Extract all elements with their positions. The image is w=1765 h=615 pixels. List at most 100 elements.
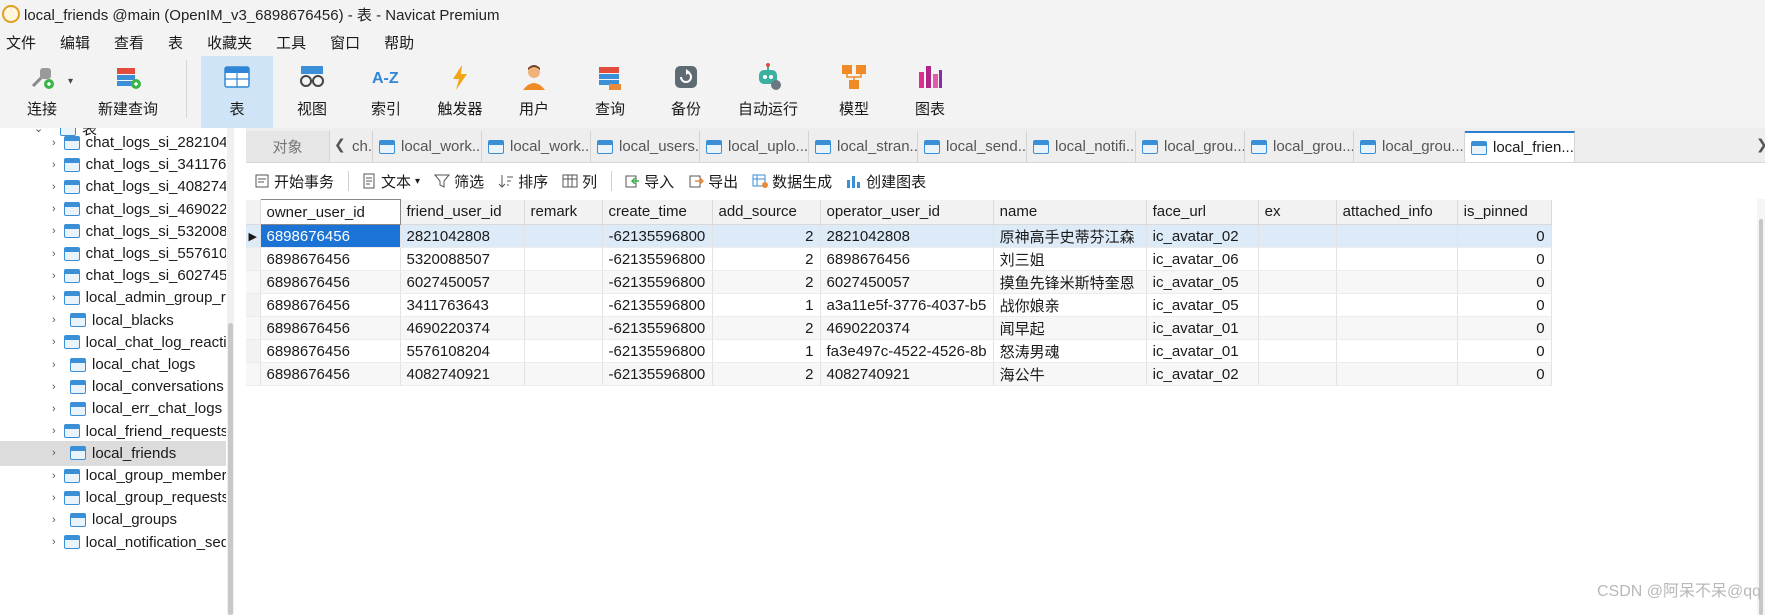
grid-cell-owner-user-id[interactable]: 6898676456: [260, 362, 401, 386]
grid-cell-attached-info[interactable]: [1336, 224, 1458, 248]
table-row[interactable]: 6898676456 3411763643 -62135596800 1 a3a11e5…: [246, 293, 1552, 317]
filter-button[interactable]: 筛选: [433, 171, 484, 192]
tree-scrollbar[interactable]: [227, 128, 234, 615]
chevron-right-icon[interactable]: ›: [52, 447, 62, 459]
new-query-button[interactable]: 新建查询: [84, 56, 172, 128]
grid-cell-remark[interactable]: [524, 339, 603, 363]
chevron-right-icon[interactable]: ›: [52, 381, 62, 393]
menu-view[interactable]: 查看: [108, 32, 150, 53]
chevron-right-icon[interactable]: ›: [52, 336, 56, 348]
trigger-button[interactable]: 触发器: [430, 56, 490, 128]
grid-cell-name[interactable]: 海公牛: [993, 362, 1147, 386]
table-button[interactable]: 表: [201, 56, 273, 128]
grid-cell-face-url[interactable]: ic_avatar_06: [1146, 247, 1259, 271]
grid-cell-ex[interactable]: [1258, 316, 1337, 340]
table-row[interactable]: 6898676456 6027450057 -62135596800 2 6027450…: [246, 270, 1552, 294]
table-row[interactable]: 6898676456 4082740921 -62135596800 2 4082740…: [246, 362, 1552, 386]
grid-cell-remark[interactable]: [524, 224, 603, 248]
table-row[interactable]: ▶ 6898676456 2821042808 -62135596800 2 282104…: [246, 224, 1552, 248]
grid-cell-remark[interactable]: [524, 270, 603, 294]
grid-cell-ex[interactable]: [1258, 362, 1337, 386]
grid-cell-attached-info[interactable]: [1336, 362, 1458, 386]
chevron-right-icon[interactable]: ›: [52, 292, 56, 304]
grid-cell-face-url[interactable]: ic_avatar_05: [1146, 270, 1259, 294]
grid-cell-add-source[interactable]: 2: [712, 362, 821, 386]
current-row-marker-icon[interactable]: ▶: [246, 224, 261, 248]
grid-cell-attached-info[interactable]: [1336, 270, 1458, 294]
index-button[interactable]: A-Z 索引: [360, 56, 412, 128]
menu-help[interactable]: 帮助: [378, 32, 420, 53]
grid-cell-add-source[interactable]: 2: [712, 316, 821, 340]
grid-cell-add-source[interactable]: 1: [712, 293, 821, 317]
sort-button[interactable]: 排序: [498, 171, 548, 192]
grid-cell-face-url[interactable]: ic_avatar_01: [1146, 316, 1259, 340]
tab-objects[interactable]: 对象: [246, 131, 330, 162]
row-marker[interactable]: [246, 362, 261, 386]
grid-cell-remark[interactable]: [524, 362, 603, 386]
column-header-owner-user-id[interactable]: owner_user_id: [259, 199, 401, 225]
grid-cell-operator-user-id[interactable]: fa3e497c-4522-4526-8b: [820, 339, 994, 363]
column-header-is-pinned[interactable]: is_pinned: [1457, 199, 1552, 225]
tree-item[interactable]: › local_notification_seqs: [0, 530, 226, 555]
export-button[interactable]: 导出: [688, 171, 738, 192]
grid-cell-owner-user-id[interactable]: 6898676456: [260, 339, 401, 363]
grid-cell-add-source[interactable]: 2: [712, 247, 821, 271]
chevron-right-icon[interactable]: ›: [52, 203, 56, 215]
menu-table[interactable]: 表: [162, 32, 189, 53]
import-button[interactable]: 导入: [624, 171, 674, 192]
tab-item[interactable]: local_work...: [373, 131, 482, 162]
backup-button[interactable]: 备份: [660, 56, 712, 128]
grid-cell-name[interactable]: 原神高手史蒂芬江森: [993, 224, 1147, 248]
automation-button[interactable]: 自动运行: [730, 56, 806, 128]
grid-cell-name[interactable]: 怒涛男魂: [993, 339, 1147, 363]
model-button[interactable]: 模型: [828, 56, 880, 128]
grid-cell-name[interactable]: 战你娘亲: [993, 293, 1147, 317]
tab-item[interactable]: local_work...: [482, 131, 591, 162]
tab-item[interactable]: local_send...: [918, 131, 1027, 162]
grid-cell-remark[interactable]: [524, 293, 603, 317]
grid-cell-attached-info[interactable]: [1336, 316, 1458, 340]
grid-cell-create-time[interactable]: -62135596800: [602, 362, 713, 386]
grid-cell-friend-user-id[interactable]: 5320088507: [400, 247, 525, 271]
chevron-right-icon[interactable]: ›: [52, 514, 62, 526]
tab-local-friends[interactable]: local_frien...: [1465, 131, 1575, 162]
menu-favorites[interactable]: 收藏夹: [201, 32, 258, 53]
grid-cell-friend-user-id[interactable]: 6027450057: [400, 270, 525, 294]
chevron-right-icon[interactable]: ›: [52, 225, 56, 237]
tab-scroll-left-icon[interactable]: ❮: [334, 136, 346, 153]
grid-cell-add-source[interactable]: 1: [712, 339, 821, 363]
grid-cell-is-pinned[interactable]: 0: [1457, 293, 1552, 317]
chevron-right-icon[interactable]: ›: [52, 425, 56, 437]
grid-cell-create-time[interactable]: -62135596800: [602, 247, 713, 271]
grid-cell-owner-user-id[interactable]: 6898676456: [260, 270, 401, 294]
query-button[interactable]: 查询: [584, 56, 636, 128]
grid-scrollbar[interactable]: [1757, 199, 1765, 615]
column-header-operator-user-id[interactable]: operator_user_id: [820, 199, 994, 225]
chevron-right-icon[interactable]: ›: [52, 492, 56, 504]
chevron-right-icon[interactable]: ›: [52, 181, 56, 193]
grid-cell-create-time[interactable]: -62135596800: [602, 339, 713, 363]
grid-cell-ex[interactable]: [1258, 270, 1337, 294]
grid-cell-create-time[interactable]: -62135596800: [602, 270, 713, 294]
grid-cell-add-source[interactable]: 2: [712, 270, 821, 294]
column-header-friend-user-id[interactable]: friend_user_id: [400, 199, 525, 225]
tab-item[interactable]: local_grou...: [1136, 131, 1245, 162]
chevron-right-icon[interactable]: ›: [52, 536, 56, 548]
grid-cell-ex[interactable]: [1258, 293, 1337, 317]
menu-edit[interactable]: 编辑: [54, 32, 96, 53]
connect-button[interactable]: 连接: [20, 56, 64, 128]
grid-cell-operator-user-id[interactable]: 4690220374: [820, 316, 994, 340]
grid-cell-operator-user-id[interactable]: 2821042808: [820, 224, 994, 248]
column-header-attached-info[interactable]: attached_info: [1336, 199, 1458, 225]
grid-cell-add-source[interactable]: 2: [712, 224, 821, 248]
grid-cell-is-pinned[interactable]: 0: [1457, 224, 1552, 248]
grid-cell-operator-user-id[interactable]: 6898676456: [820, 247, 994, 271]
tab-item[interactable]: local_stran...: [809, 131, 918, 162]
text-view-button[interactable]: 文本 ▾: [361, 171, 420, 192]
grid-cell-friend-user-id[interactable]: 2821042808: [400, 224, 525, 248]
grid-cell-owner-user-id[interactable]: 6898676456: [260, 224, 401, 248]
tab-item[interactable]: local_grou...: [1354, 131, 1465, 162]
grid-cell-face-url[interactable]: ic_avatar_02: [1146, 224, 1259, 248]
grid-cell-attached-info[interactable]: [1336, 247, 1458, 271]
tree-scrollbar-thumb[interactable]: [228, 323, 233, 615]
